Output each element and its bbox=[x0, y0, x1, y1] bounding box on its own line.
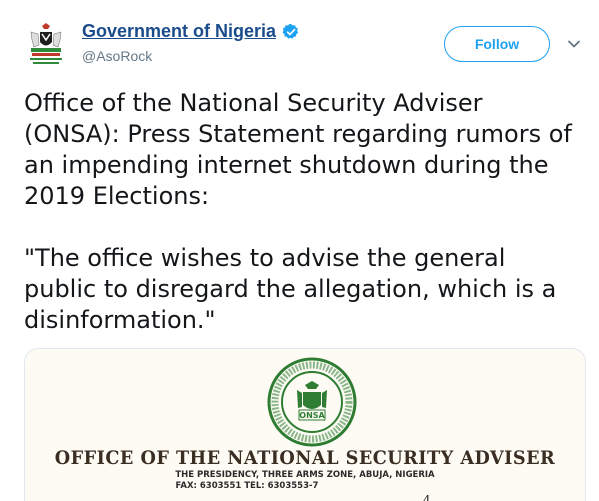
tweet: Government of Nigeria @AsoRock Follow Of… bbox=[0, 0, 599, 501]
seal-label: ONSA bbox=[299, 411, 325, 420]
onsa-seal-icon: ONSA bbox=[267, 357, 357, 447]
media-image[interactable]: ONSA OFFICE OF THE NATIONAL SECURITY ADV… bbox=[24, 348, 586, 501]
letterhead-address: THE PRESIDENCY, THREE ARMS ZONE, ABUJA, … bbox=[175, 470, 435, 480]
tweet-paragraph: Office of the National Security Adviser … bbox=[24, 89, 572, 210]
author-block: Government of Nigeria @AsoRock bbox=[82, 21, 300, 64]
letterhead-contact: FAX: 6303551 TEL: 6303553-7 bbox=[175, 481, 319, 491]
follow-button[interactable]: Follow bbox=[444, 26, 550, 62]
letterhead-title: OFFICE OF THE NATIONAL SECURITY ADVISER bbox=[54, 447, 556, 469]
tweet-text: Office of the National Security Adviser … bbox=[24, 88, 584, 336]
verified-badge-icon bbox=[282, 23, 299, 39]
tweet-paragraph: "The office wishes to advise the general… bbox=[24, 244, 557, 334]
letterhead-date-fragment: 4 bbox=[423, 493, 431, 501]
avatar[interactable] bbox=[20, 18, 72, 70]
coat-of-arms-icon bbox=[20, 18, 72, 70]
chevron-down-icon[interactable] bbox=[566, 36, 582, 52]
display-name[interactable]: Government of Nigeria bbox=[82, 21, 276, 42]
handle[interactable]: @AsoRock bbox=[82, 48, 300, 64]
